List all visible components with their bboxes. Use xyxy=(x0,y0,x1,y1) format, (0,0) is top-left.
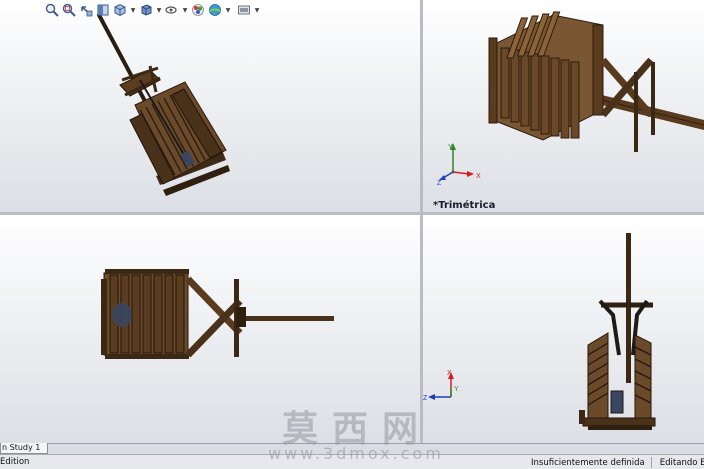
section-view-icon[interactable] xyxy=(95,2,111,18)
chevron-down-icon[interactable]: ▼ xyxy=(129,2,137,18)
previous-view-icon[interactable] xyxy=(78,2,94,18)
triad-z-label: Z xyxy=(423,395,428,402)
coordinate-triad-icon: X Z Y xyxy=(423,370,459,402)
viewport-bottom-left[interactable] xyxy=(0,215,420,443)
status-edition-text: Edition xyxy=(0,457,30,467)
tab-study-1[interactable]: n Study 1 xyxy=(0,443,48,454)
triad-y-label: Y xyxy=(454,386,459,393)
chevron-down-icon[interactable]: ▼ xyxy=(224,2,232,18)
zoom-to-area-icon[interactable] xyxy=(61,2,77,18)
cart-model-top-view xyxy=(101,269,334,359)
viewport-bottom-right[interactable]: X Z Y xyxy=(423,215,704,443)
triad-x-label: X xyxy=(476,173,481,180)
triad-z-label: Z xyxy=(437,180,442,186)
model-tab-bar: n Study 1 xyxy=(0,443,704,454)
triad-x-label: X xyxy=(447,370,452,377)
status-bar: Edition Insuficientemente definida Editan… xyxy=(0,454,704,469)
chevron-down-icon[interactable]: ▼ xyxy=(253,2,261,18)
display-style-icon[interactable] xyxy=(138,2,154,18)
hide-show-items-icon[interactable] xyxy=(164,2,180,18)
triad-y-label: Y xyxy=(448,144,453,151)
viewport-top-left[interactable]: ▼ ▼ ▼ ▼ ▼ xyxy=(0,0,420,212)
coordinate-triad-icon: Y X Z xyxy=(437,143,481,186)
chevron-down-icon[interactable]: ▼ xyxy=(155,2,163,18)
cart-model-top-left xyxy=(97,13,230,196)
view-orientation-label: *Trimétrica xyxy=(433,200,496,211)
zoom-to-fit-icon[interactable] xyxy=(44,2,60,18)
cart-model-front-view xyxy=(579,233,656,430)
view-settings-icon[interactable] xyxy=(236,2,252,18)
view-orientation-icon[interactable] xyxy=(112,2,128,18)
apply-scene-icon[interactable] xyxy=(207,2,223,18)
chevron-down-icon[interactable]: ▼ xyxy=(181,2,189,18)
edit-appearance-icon[interactable] xyxy=(190,2,206,18)
viewport-top-right[interactable]: Y X Z *Trimétrica xyxy=(423,0,704,212)
status-edit-mode: Editando Ensar xyxy=(659,458,704,468)
status-definition-state: Insuficientemente definida xyxy=(531,458,645,468)
heads-up-view-toolbar: ▼ ▼ ▼ ▼ ▼ xyxy=(44,1,261,19)
